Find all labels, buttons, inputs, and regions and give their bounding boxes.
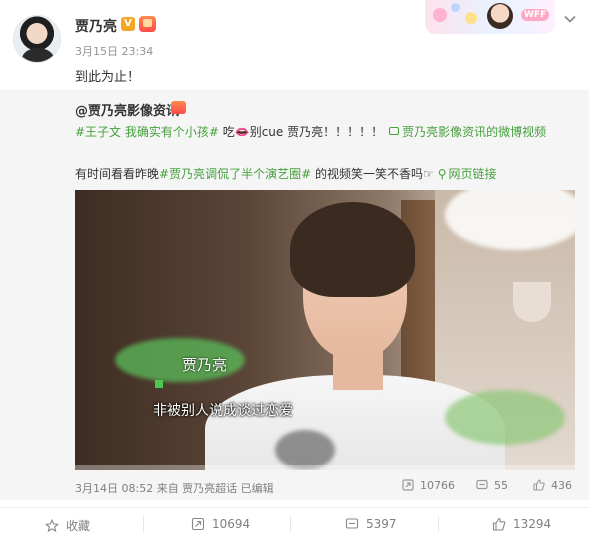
repost-author[interactable]: @贾乃亮影像资讯 [75, 100, 179, 119]
card-decoration[interactable]: WFF [425, 0, 555, 34]
like-button[interactable]: 13294 [492, 517, 551, 531]
verified-icon: V [121, 17, 135, 31]
repost-icon [402, 479, 414, 491]
post-header: 贾乃亮 V 3月15日 23:34 到此为止！ WFF [0, 0, 589, 90]
web-link[interactable]: 网页链接 [449, 167, 497, 181]
comment-icon [345, 518, 359, 529]
repost-repost-count: 10766 [420, 479, 455, 492]
video-link[interactable]: 贾乃亮影像资讯的微博视频 [402, 125, 546, 139]
author-avatar[interactable] [13, 15, 61, 63]
repost-comment-count: 55 [494, 479, 508, 492]
topic-link[interactable]: #贾乃亮调侃了半个演艺圈# [159, 167, 311, 181]
vip-badge-icon[interactable] [171, 101, 186, 114]
reposted-card: @贾乃亮影像资讯 #王子文 我确实有个小孩# 吃👄别cue 贾乃亮！！！！！ 贾乃… [0, 90, 589, 500]
subtitle-text: 非被别人说成谈过恋爱 [153, 403, 293, 419]
thumbs-up-icon [492, 517, 506, 531]
repost-button[interactable]: 10694 [191, 517, 250, 531]
video-progress-bar[interactable] [75, 465, 575, 470]
thumbs-up-icon [533, 479, 545, 491]
repost-repost-button[interactable]: 10766 [402, 479, 455, 492]
comment-icon [476, 479, 488, 490]
favorite-button[interactable]: 收藏 [45, 517, 90, 534]
repost-comment-button[interactable]: 55 [476, 479, 508, 492]
repost-text-line1: #王子文 我确实有个小孩# 吃👄别cue 贾乃亮！！！！！ 贾乃亮影像资讯的微博视… [75, 123, 546, 140]
video-player[interactable]: 贾乃亮 非被别人说成谈过恋爱 [75, 190, 575, 470]
like-count: 13294 [513, 517, 552, 531]
vip-badge-icon[interactable] [139, 16, 156, 32]
repost-icon [191, 517, 205, 531]
author-name[interactable]: 贾乃亮 [75, 16, 117, 36]
comment-count: 5397 [366, 517, 397, 531]
repost-text-line2: 有时间看看昨晚#贾乃亮调侃了半个演艺圈# 的视频笑一笑不香吗☞ ⚲ 网页链接 [75, 165, 497, 182]
chevron-down-icon[interactable] [563, 12, 577, 26]
repost-like-count: 436 [551, 479, 572, 492]
repost-text: 吃👄别cue 贾乃亮！！！！！ [218, 125, 384, 139]
star-icon [45, 518, 59, 532]
subtitle-marker [155, 380, 163, 388]
repost-footer[interactable]: 3月14日 08:52 来自 贾乃亮超话 已编辑 [75, 480, 274, 496]
post-time[interactable]: 3月15日 23:34 [75, 43, 153, 59]
repost-count: 10694 [212, 517, 251, 531]
repost-like-button[interactable]: 436 [533, 479, 572, 492]
topic-link[interactable]: #王子文 我确实有个小孩# [75, 125, 219, 139]
repost-text-prefix: 有时间看看昨晚 [75, 167, 160, 181]
link-icon: ⚲ [437, 167, 447, 181]
favorite-label: 收藏 [66, 519, 91, 533]
video-camera-icon [389, 127, 400, 135]
repost-text-suffix: 的视频笑一笑不香吗☞ [311, 167, 434, 181]
action-bar: 收藏 10694 5397 13294 [0, 507, 589, 538]
subtitle-name: 贾乃亮 [182, 356, 228, 374]
decoration-tag: WFF [521, 9, 550, 21]
comment-button[interactable]: 5397 [345, 517, 397, 531]
post-text: 到此为止！ [75, 70, 141, 85]
